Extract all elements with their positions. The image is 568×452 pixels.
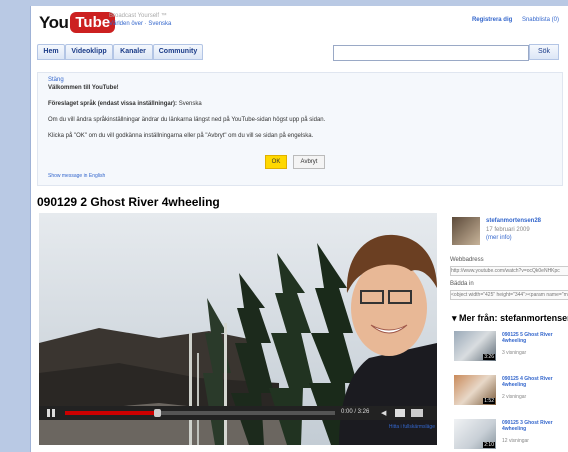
collapse-triangle-icon: ▾ [452, 313, 457, 323]
related-title[interactable]: 090125 4 Ghost River 4wheeling [502, 376, 568, 388]
duration-badge: 3:26 [483, 354, 495, 360]
tab-community[interactable]: Community [153, 44, 203, 60]
related-video[interactable]: 2:10 090125 3 Ghost River 4wheeling 12 v… [454, 419, 568, 452]
player-controls: 0:00 / 3:26 ◀ [39, 406, 437, 420]
related-video[interactable]: 1:52 090125 4 Ghost River 4wheeling 2 vi… [454, 375, 568, 409]
english-link[interactable]: Show message in English [48, 173, 105, 179]
below-player-link[interactable]: Hitta i fullskärmsläge [389, 424, 435, 430]
related-title[interactable]: 090125 5 Ghost River 4wheeling [502, 332, 568, 344]
region-language[interactable]: Världen över · Svenska [109, 20, 171, 28]
uploader-avatar[interactable] [452, 217, 480, 245]
tab-channels[interactable]: Kanaler [113, 44, 153, 60]
welcome-line2: Klicka på "OK" om du vill godkänna instä… [48, 133, 314, 139]
related-thumbnail[interactable]: 2:10 [454, 419, 496, 449]
progress-handle[interactable] [153, 409, 161, 417]
header: You Tube Broadcast Yourself ™ Världen öv… [31, 6, 568, 40]
popout-icon[interactable] [395, 409, 405, 417]
tagline-text: Broadcast Yourself ™ [109, 13, 167, 19]
more-from-prefix: Mer från: [459, 313, 498, 323]
progress-bar[interactable] [65, 409, 335, 417]
uploader-name[interactable]: stefanmortensen28 [486, 218, 541, 224]
tab-videos[interactable]: Videoklipp [65, 44, 113, 60]
nav-bar: Hem Videoklipp Kanaler Community Sök [37, 44, 561, 61]
quicklist-link[interactable]: Snabblista (0) [522, 17, 559, 23]
search-input[interactable] [333, 45, 529, 61]
related-views: 3 visningar [502, 350, 527, 356]
proposed-value: Svenska [178, 101, 202, 107]
search-button[interactable]: Sök [529, 44, 559, 60]
upload-date: 17 februari 2009 [486, 227, 530, 233]
more-info-link[interactable]: (mer info) [486, 235, 512, 241]
header-links: Registrera dig Snabblista (0) [464, 17, 559, 23]
tab-home[interactable]: Hem [37, 44, 65, 60]
url-label: Webbadress [450, 257, 484, 263]
related-thumbnail[interactable]: 1:52 [454, 375, 496, 405]
url-field[interactable]: http://www.youtube.com/watch?v=ocQk0eNHK… [450, 266, 568, 276]
volume-icon[interactable]: ◀ [381, 409, 386, 417]
proposed-label: Föreslaget språk (endast vissa inställni… [48, 101, 178, 107]
embed-label: Bädda in [450, 281, 474, 287]
logo-you: You [39, 12, 69, 32]
embed-field[interactable]: <object width="425" height="344"><param … [450, 290, 568, 300]
welcome-box: Stäng Välkommen till YouTube! Föreslaget… [37, 72, 563, 186]
related-thumbnail[interactable]: 3:26 [454, 331, 496, 361]
fullscreen-icon[interactable] [411, 409, 423, 417]
cancel-button[interactable]: Avbryt [293, 155, 325, 169]
sidebar: stefanmortensen28 17 februari 2009 (mer … [446, 213, 568, 452]
youtube-page: You Tube Broadcast Yourself ™ Världen öv… [30, 6, 568, 452]
related-views: 2 visningar [502, 394, 527, 400]
ok-button[interactable]: OK [265, 155, 287, 169]
youtube-logo[interactable]: You Tube [39, 12, 116, 33]
related-video[interactable]: 3:26 090125 5 Ghost River 4wheeling 3 vi… [454, 331, 568, 365]
more-from-name: stefanmortensen28 [500, 313, 568, 323]
video-title: 090129 2 Ghost River 4wheeling [37, 195, 220, 209]
progress-fill [65, 411, 157, 415]
related-views: 12 visningar [502, 438, 529, 444]
close-link[interactable]: Stäng [48, 77, 64, 83]
time-display: 0:00 / 3:26 [341, 409, 370, 415]
welcome-heading: Välkommen till YouTube! [48, 85, 119, 91]
related-title[interactable]: 090125 3 Ghost River 4wheeling [502, 420, 568, 432]
register-link[interactable]: Registrera dig [472, 17, 512, 23]
duration-badge: 2:10 [483, 442, 495, 448]
tagline: Broadcast Yourself ™ Världen över · Sven… [109, 12, 171, 28]
proposed-language: Föreslaget språk (endast vissa inställni… [48, 101, 202, 107]
duration-badge: 1:52 [483, 398, 495, 404]
pause-icon[interactable] [47, 409, 55, 417]
more-from-heading[interactable]: ▾ Mer från: stefanmortensen28 [452, 313, 568, 324]
welcome-line1: Om du vill ändra språkinställningar ändr… [48, 117, 326, 123]
